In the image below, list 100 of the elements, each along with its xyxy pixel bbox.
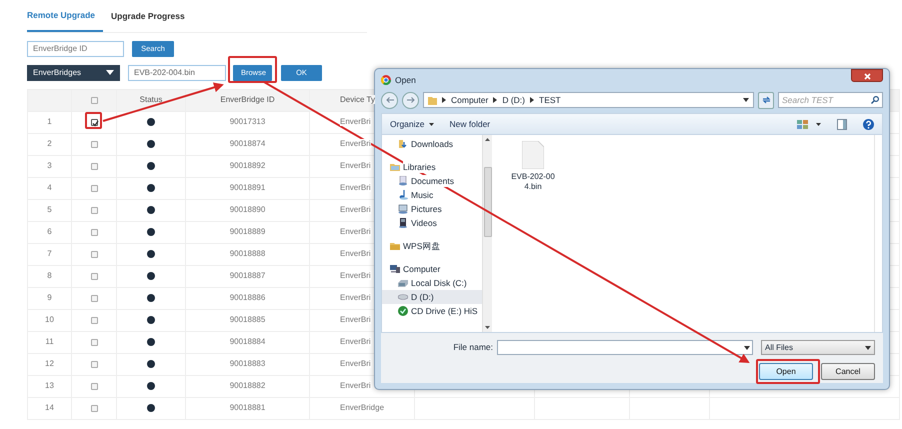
row-checkbox[interactable] bbox=[90, 294, 98, 302]
status-dot bbox=[147, 382, 155, 390]
address-bar[interactable]: Computer D (D:) TEST bbox=[423, 92, 754, 108]
download-folder-icon bbox=[398, 139, 408, 149]
row-checkbox[interactable] bbox=[90, 316, 98, 324]
file-item[interactable]: EVB-202-004.bin bbox=[508, 141, 558, 192]
file-field[interactable]: EVB-202-004.bin bbox=[128, 64, 226, 81]
device-type: EnverBri bbox=[340, 183, 371, 192]
row-checkbox[interactable] bbox=[90, 360, 98, 368]
device-type: EnverBri bbox=[340, 249, 371, 258]
toolbar-button[interactable]: Organize bbox=[390, 118, 434, 130]
forward-arrow-icon bbox=[406, 97, 414, 104]
device-type: EnverBri bbox=[340, 271, 371, 280]
nav-item[interactable]: Libraries bbox=[382, 160, 482, 174]
status-dot bbox=[147, 404, 155, 412]
row-checkbox[interactable] bbox=[90, 184, 98, 192]
highlight-frame bbox=[228, 56, 277, 83]
device-type: EnverBri bbox=[340, 139, 371, 148]
row-checkbox[interactable] bbox=[90, 272, 98, 280]
open-button[interactable]: Open bbox=[759, 363, 813, 380]
status-dot bbox=[147, 250, 155, 258]
help-icon bbox=[863, 118, 874, 130]
row-number: 10 bbox=[45, 315, 54, 324]
row-checkbox[interactable] bbox=[90, 140, 98, 148]
row-number: 14 bbox=[45, 403, 54, 412]
file-name-field[interactable] bbox=[497, 340, 753, 355]
toolbar-button[interactable]: New folder bbox=[450, 118, 490, 130]
file-type-dropdown[interactable]: All Files bbox=[761, 340, 875, 355]
breadcrumb-item[interactable]: D (D:) bbox=[502, 94, 525, 106]
nav-item[interactable]: Pictures bbox=[382, 202, 482, 216]
row-checkbox[interactable] bbox=[90, 118, 98, 126]
tab[interactable]: Remote Upgrade bbox=[27, 6, 104, 32]
nav-item[interactable]: Downloads bbox=[382, 137, 482, 151]
nav-item[interactable]: Documents bbox=[382, 174, 482, 188]
status-dot bbox=[147, 162, 155, 170]
help-button[interactable] bbox=[863, 118, 874, 130]
close-icon bbox=[864, 72, 870, 80]
breadcrumb-item[interactable]: Computer bbox=[451, 94, 488, 106]
preview-pane-button[interactable] bbox=[837, 118, 847, 130]
device-type: EnverBri bbox=[340, 227, 371, 236]
breadcrumb-item[interactable]: TEST bbox=[539, 94, 561, 106]
status-dot bbox=[147, 316, 155, 324]
music-note-icon bbox=[398, 190, 408, 200]
dropdown-caret-icon bbox=[743, 98, 749, 102]
device-id: 90018883 bbox=[230, 359, 266, 368]
row-number: 6 bbox=[47, 227, 52, 236]
scrollbar[interactable] bbox=[482, 135, 492, 332]
row-number: 9 bbox=[47, 293, 52, 302]
row-number: 1 bbox=[47, 117, 52, 126]
back-button[interactable] bbox=[381, 92, 398, 108]
status-dot bbox=[147, 184, 155, 192]
forward-button[interactable] bbox=[402, 92, 419, 108]
status-dot bbox=[147, 338, 155, 346]
cancel-button[interactable]: Cancel bbox=[821, 363, 875, 380]
row-checkbox[interactable] bbox=[90, 250, 98, 258]
nav-item[interactable]: Videos bbox=[382, 216, 482, 230]
row-checkbox[interactable] bbox=[90, 338, 98, 346]
dropdown-caret-icon bbox=[744, 346, 750, 350]
device-type: EnverBri bbox=[340, 293, 371, 302]
caret-icon bbox=[428, 122, 434, 126]
row-checkbox[interactable] bbox=[90, 228, 98, 236]
row-number: 8 bbox=[47, 271, 52, 280]
caret-icon bbox=[106, 70, 114, 76]
folder-icon bbox=[390, 241, 400, 251]
device-dropdown[interactable]: EnverBridges bbox=[27, 64, 120, 81]
device-type: EnverBri bbox=[340, 117, 371, 126]
caret-icon bbox=[816, 122, 821, 126]
close-button[interactable] bbox=[851, 69, 883, 82]
nav-item[interactable]: D (D:) bbox=[382, 290, 482, 304]
nav-item[interactable]: Music bbox=[382, 188, 482, 202]
chevron-icon bbox=[442, 97, 446, 103]
device-id: 90018884 bbox=[230, 337, 266, 346]
row-number: 12 bbox=[45, 359, 54, 368]
status-dot bbox=[147, 272, 155, 280]
nav-item[interactable]: Computer bbox=[382, 262, 482, 276]
device-id: 90017313 bbox=[230, 117, 266, 126]
row-checkbox[interactable] bbox=[90, 382, 98, 390]
highlight-frame bbox=[756, 359, 820, 384]
row-checkbox[interactable] bbox=[90, 206, 98, 214]
status-dot bbox=[147, 360, 155, 368]
tab[interactable]: Upgrade Progress bbox=[111, 6, 193, 32]
row-checkbox[interactable] bbox=[90, 162, 98, 170]
folder-icon bbox=[428, 95, 437, 105]
device-type: EnverBri bbox=[340, 315, 371, 324]
view-icon bbox=[797, 120, 808, 128]
status-dot bbox=[147, 228, 155, 236]
row-number: 11 bbox=[45, 337, 54, 346]
refresh-button[interactable] bbox=[758, 92, 774, 108]
nav-item[interactable]: WPS网盘 bbox=[382, 239, 482, 253]
view-button[interactable] bbox=[797, 120, 821, 128]
select-all-checkbox[interactable] bbox=[90, 96, 98, 104]
column-header: Device Ty bbox=[340, 95, 375, 104]
search-field[interactable]: EnverBridge ID bbox=[27, 40, 124, 57]
refresh-icon bbox=[762, 96, 770, 104]
column-header: EnverBridge ID bbox=[220, 95, 275, 104]
row-checkbox[interactable] bbox=[90, 404, 98, 412]
device-id: 90018882 bbox=[230, 381, 266, 390]
device-id: 90018891 bbox=[230, 183, 266, 192]
device-type: EnverBri bbox=[340, 381, 371, 390]
chevron-icon bbox=[530, 97, 534, 103]
